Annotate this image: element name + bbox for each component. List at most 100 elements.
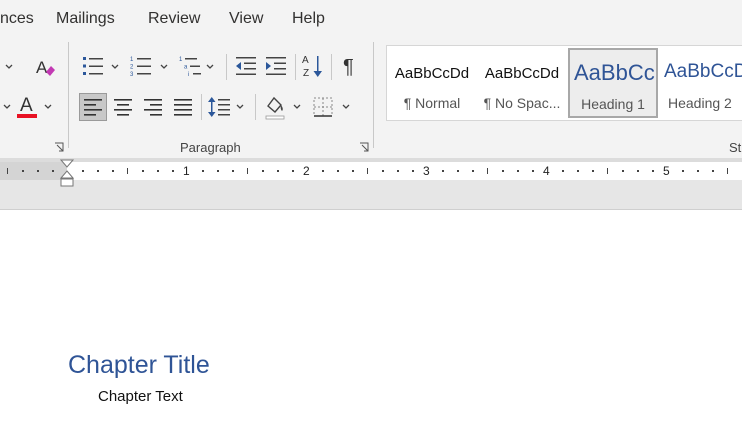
svg-text:A: A (36, 58, 48, 77)
ruler-tick (52, 170, 54, 172)
increase-indent-icon (266, 57, 286, 75)
indent-marker-icon[interactable] (60, 159, 74, 188)
menu-review[interactable]: Review (148, 10, 200, 28)
ruler-tick (442, 170, 444, 172)
ruler-tick (412, 170, 414, 172)
svg-text:A: A (20, 95, 33, 116)
ruler-tick (217, 170, 219, 172)
style-heading-1[interactable]: AaBbCc Heading 1 (568, 48, 658, 118)
paragraph-group-label: Paragraph (180, 140, 241, 155)
align-center-button[interactable] (109, 93, 137, 121)
style-heading-2[interactable]: AaBbCcD Heading 2 (660, 47, 742, 115)
numbering-button[interactable]: 1 2 3 (128, 52, 154, 80)
button-separator (201, 94, 202, 120)
page-top-edge (0, 209, 742, 210)
ruler-tick (367, 168, 368, 174)
ruler-tick (637, 170, 639, 172)
svg-text:i: i (188, 72, 189, 78)
ruler-tick (292, 170, 294, 172)
chevron-down-icon[interactable] (205, 62, 215, 72)
numbering-icon: 1 2 3 (130, 57, 151, 78)
style-name: Heading 1 (581, 96, 645, 112)
pilcrow-icon: ¶ (343, 56, 354, 78)
chevron-down-icon[interactable] (159, 62, 169, 72)
ruler-tick (232, 170, 234, 172)
ruler-tick (532, 170, 534, 172)
style-no-spacing[interactable]: AaBbCcDd ¶ No Spac... (477, 47, 567, 115)
align-center-icon (114, 99, 132, 116)
chevron-down-icon[interactable] (43, 102, 53, 112)
ruler-tick (82, 170, 84, 172)
menu-help[interactable]: Help (292, 10, 325, 28)
group-separator (68, 42, 69, 148)
menu-references[interactable]: nces (0, 10, 34, 28)
shading-icon (265, 96, 285, 120)
menu-mailings[interactable]: Mailings (56, 10, 115, 28)
ruler-tick (457, 170, 459, 172)
decrease-indent-button[interactable] (233, 52, 259, 80)
ruler-tick (127, 168, 128, 174)
ruler-tick (97, 170, 99, 172)
button-separator (295, 54, 296, 80)
ruler-tick (247, 168, 248, 174)
chevron-down-icon[interactable] (292, 102, 302, 112)
ruler-tick (607, 168, 608, 174)
style-sample: AaBbCcD (664, 61, 742, 82)
menu-view[interactable]: View (229, 10, 263, 28)
ruler-tick (277, 170, 279, 172)
svg-text:1: 1 (130, 57, 134, 63)
font-color-button[interactable]: A (14, 92, 40, 120)
ruler-tick (577, 170, 579, 172)
multilevel-list-icon: 1 a i (179, 57, 201, 78)
sort-button[interactable]: A Z (300, 52, 326, 80)
dialog-launcher-icon[interactable] (54, 142, 64, 152)
svg-text:a: a (184, 65, 188, 71)
chevron-down-icon[interactable] (4, 62, 14, 72)
style-sample: AaBbCcDd (394, 65, 470, 82)
ruler-tick (472, 170, 474, 172)
style-normal[interactable]: AaBbCcDd ¶ Normal (387, 47, 477, 115)
ruler-tick (157, 170, 159, 172)
align-left-icon (84, 99, 102, 116)
ruler-tick (202, 170, 204, 172)
line-spacing-icon (208, 97, 230, 117)
shading-button[interactable] (262, 93, 288, 121)
chevron-down-icon[interactable] (2, 102, 12, 112)
borders-button[interactable] (310, 93, 336, 121)
ruler-tick (517, 170, 519, 172)
ruler-tick (22, 170, 24, 172)
ruler-tick (37, 170, 39, 172)
ruler-number: 3 (423, 164, 430, 178)
ruler-tick (712, 170, 714, 172)
chevron-down-icon[interactable] (341, 102, 351, 112)
align-left-button[interactable] (79, 93, 107, 121)
ruler-number: 1 (183, 164, 190, 178)
ruler-margin (0, 162, 67, 180)
document-chapter-text[interactable]: Chapter Text (98, 388, 183, 405)
bullets-button[interactable] (80, 52, 106, 80)
justify-button[interactable] (169, 93, 197, 121)
horizontal-ruler[interactable]: 1 2 3 4 5 (0, 162, 742, 180)
style-name: ¶ No Spac... (483, 95, 561, 111)
clear-formatting-button[interactable]: A (32, 54, 58, 80)
multilevel-list-button[interactable]: 1 a i (177, 52, 205, 80)
clear-formatting-icon: A (36, 58, 55, 77)
ruler-tick (502, 170, 504, 172)
document-chapter-title[interactable]: Chapter Title (68, 351, 210, 380)
ruler-tick (487, 168, 488, 174)
style-name: ¶ Normal (403, 95, 461, 111)
button-separator (255, 94, 256, 120)
svg-text:Z: Z (303, 68, 309, 79)
justify-icon (174, 99, 192, 116)
dialog-launcher-icon[interactable] (359, 142, 369, 152)
chevron-down-icon[interactable] (235, 102, 245, 112)
style-name: Heading 2 (668, 95, 732, 111)
svg-text:A: A (302, 55, 309, 66)
align-right-button[interactable] (139, 93, 167, 121)
align-right-icon (144, 99, 162, 116)
chevron-down-icon[interactable] (110, 62, 120, 72)
increase-indent-button[interactable] (263, 52, 289, 80)
line-spacing-button[interactable] (206, 93, 232, 121)
group-separator (373, 42, 374, 148)
show-hide-marks-button[interactable]: ¶ (337, 52, 363, 80)
